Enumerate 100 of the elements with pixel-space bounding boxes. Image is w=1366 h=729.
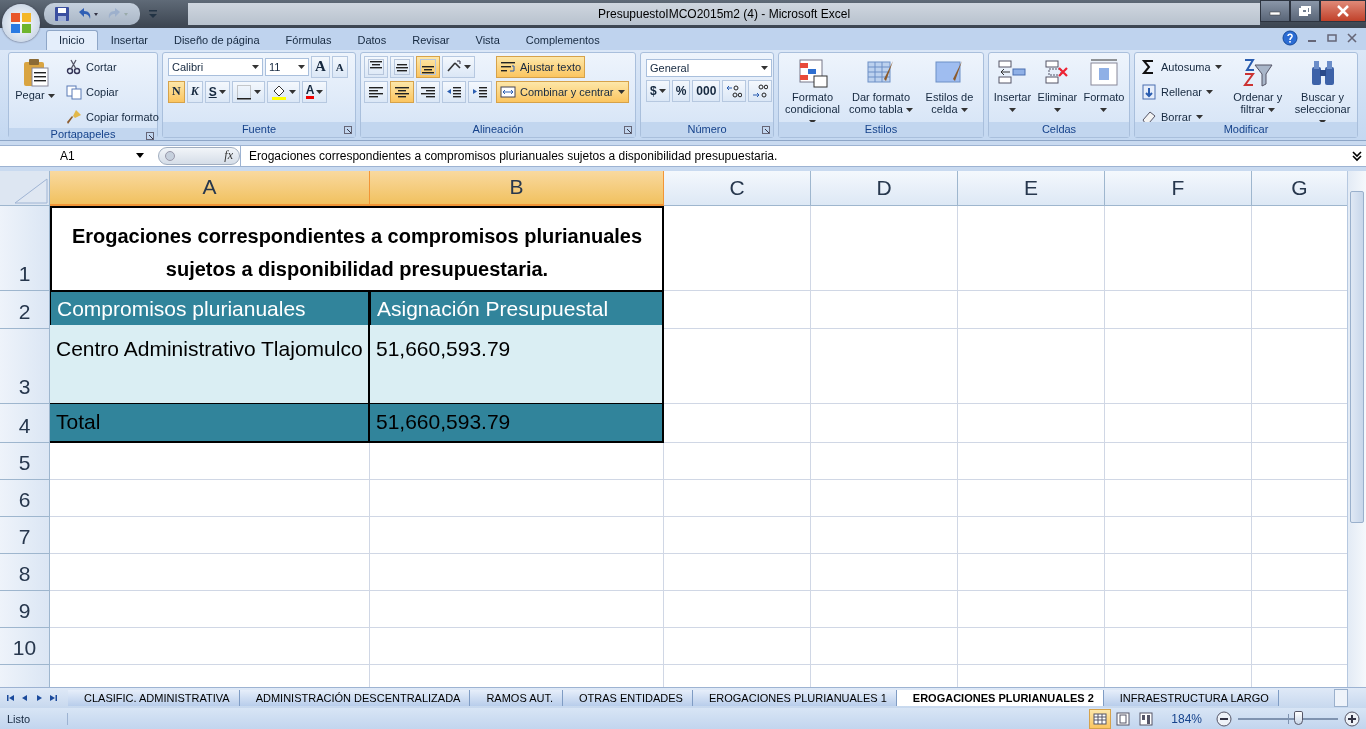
column-header[interactable]: G	[1252, 170, 1347, 206]
toolbar-button[interactable]: 000	[692, 79, 721, 102]
row-header[interactable]: 9	[0, 590, 50, 628]
resize-handle[interactable]	[165, 150, 175, 161]
last-sheet-icon[interactable]	[48, 693, 58, 704]
ribbon-button[interactable]: Formato condicional	[781, 55, 845, 122]
sheet-tab[interactable]: EROGACIONES PLURIANUALES 2	[896, 690, 1104, 707]
ribbon-tab[interactable]: Diseño de página	[161, 29, 273, 50]
close-button[interactable]	[1320, 0, 1366, 22]
toolbar-button[interactable]: S	[204, 80, 230, 103]
toolbar-button[interactable]	[442, 55, 475, 78]
toolbar-button[interactable]	[364, 55, 388, 78]
column-header[interactable]: D	[811, 170, 958, 206]
toolbar-button[interactable]	[390, 80, 414, 103]
sheet-tab[interactable]: EROGACIONES PLURIANUALES 1	[692, 690, 897, 707]
ribbon-button[interactable]: Copiar formato	[62, 105, 163, 128]
row-header[interactable]: 2	[0, 290, 50, 329]
sheet-tab[interactable]: CLASIFIC. ADMINISTRATIVA	[68, 690, 240, 707]
row-header[interactable]: 6	[0, 479, 50, 517]
toolbar-button[interactable]	[266, 80, 300, 103]
row-header[interactable]: 5	[0, 442, 50, 480]
split-handle[interactable]	[1334, 689, 1348, 708]
column-header[interactable]: B	[370, 170, 664, 206]
toolbar-button[interactable]	[416, 55, 440, 78]
first-sheet-icon[interactable]	[6, 693, 16, 704]
dropdown-field[interactable]: Calibri	[168, 57, 263, 76]
ribbon-button[interactable]: Eliminar	[1034, 55, 1080, 116]
row-header[interactable]: 8	[0, 553, 50, 591]
toolbar-button[interactable]: N	[168, 80, 185, 103]
zoom-slider-thumb[interactable]	[1294, 710, 1303, 725]
ribbon-tab[interactable]: Fórmulas	[272, 29, 345, 50]
ribbon-tab[interactable]: Vista	[462, 29, 513, 50]
table-cell: 51,660,593.79	[370, 324, 664, 404]
ribbon-button[interactable]: Combinar y centrar	[496, 80, 629, 103]
column-header[interactable]: A	[50, 170, 370, 206]
ribbon-tab[interactable]: Insertar	[97, 29, 161, 50]
row-header[interactable]: 7	[0, 516, 50, 554]
toolbar-button[interactable]: A	[301, 80, 328, 103]
save-icon[interactable]	[54, 6, 70, 22]
ribbon-tab[interactable]: Inicio	[46, 29, 98, 50]
ribbon-tab[interactable]: Complementos	[512, 29, 613, 50]
ribbon-button[interactable]: Pegar	[14, 55, 56, 102]
close-icon[interactable]	[1346, 31, 1358, 44]
minimize-button[interactable]	[1260, 0, 1290, 22]
restore-button[interactable]	[1290, 0, 1320, 22]
ribbon-button[interactable]: Ordenar y filtrar	[1226, 55, 1289, 116]
insert-function-button[interactable]: fx	[224, 148, 233, 164]
view-button[interactable]	[1089, 708, 1112, 729]
ribbon-tab[interactable]: Datos	[344, 29, 400, 50]
toolbar-button[interactable]	[364, 80, 388, 103]
toolbar-button[interactable]	[390, 55, 414, 78]
ribbon-button[interactable]: Dar formato como tabla	[845, 55, 917, 116]
zoom-out-icon[interactable]	[1216, 710, 1232, 727]
row-header[interactable]: 10	[0, 627, 50, 665]
zoom-level[interactable]: 184%	[1163, 711, 1210, 726]
expand-icon[interactable]	[1351, 148, 1363, 163]
sheet-tab[interactable]: OTRAS ENTIDADES	[563, 690, 693, 707]
dropdown-field[interactable]: General	[646, 58, 772, 77]
toolbar-button[interactable]: K	[186, 80, 203, 103]
vertical-scrollbar[interactable]	[1347, 170, 1366, 688]
sheet-tab[interactable]: ADMINISTRACIÓN DESCENTRALIZADA	[239, 690, 471, 707]
toolbar-button[interactable]	[748, 79, 773, 102]
toolbar-button[interactable]	[442, 80, 466, 103]
ribbon-button[interactable]: Autosuma	[1137, 55, 1226, 78]
ribbon-button[interactable]: Ajustar texto	[496, 55, 586, 78]
ribbon-button[interactable]: Insertar	[991, 55, 1034, 116]
toolbar-button[interactable]	[416, 80, 440, 103]
column-header[interactable]: E	[958, 170, 1105, 206]
name-box[interactable]: A1	[0, 148, 148, 163]
ribbon-button[interactable]: Borrar	[1137, 105, 1207, 122]
ribbon-button[interactable]: Rellenar	[1137, 80, 1217, 103]
next-sheet-icon[interactable]	[34, 693, 44, 704]
column-header[interactable]: C	[664, 170, 811, 206]
row-header[interactable]: 3	[0, 328, 50, 404]
toolbar-button[interactable]: A	[311, 55, 330, 78]
ribbon-button[interactable]: Copiar	[62, 80, 123, 103]
row-header[interactable]: 1	[0, 205, 50, 291]
help-icon[interactable]	[1282, 29, 1298, 46]
toolbar-button[interactable]: %	[671, 79, 691, 102]
ribbon-button[interactable]: Estilos de celda	[917, 55, 981, 116]
office-button[interactable]	[2, 4, 40, 42]
toolbar-button[interactable]	[722, 79, 747, 102]
sheet-tab[interactable]: RAMOS AUT.	[470, 690, 564, 707]
align-bottom-icon	[420, 58, 436, 75]
sheet-tab[interactable]: INFRAESTRUCTURA LARGO	[1103, 690, 1279, 707]
row-header[interactable]: 4	[0, 403, 50, 443]
toolbar-button[interactable]: A	[331, 55, 348, 78]
zoom-in-icon[interactable]	[1344, 710, 1360, 727]
toolbar-button[interactable]: $	[646, 79, 670, 102]
ribbon-button[interactable]: Buscar y seleccionar	[1290, 55, 1355, 122]
toolbar-button[interactable]	[468, 80, 492, 103]
column-header[interactable]: F	[1105, 170, 1252, 206]
formula-field[interactable]: Erogaciones correspondientes a compromisos plurianuales sujetos a disponibilidad presupuestaria.	[240, 145, 1348, 166]
ribbon-button[interactable]: Cortar	[62, 55, 121, 78]
dropdown-field[interactable]: 11	[265, 57, 309, 76]
ribbon-button[interactable]: Formato	[1080, 55, 1127, 116]
restore-icon[interactable]	[1326, 31, 1338, 44]
toolbar-button[interactable]	[231, 80, 265, 103]
ribbon-tab[interactable]: Revisar	[399, 29, 463, 50]
previous-sheet-icon[interactable]	[20, 693, 30, 704]
